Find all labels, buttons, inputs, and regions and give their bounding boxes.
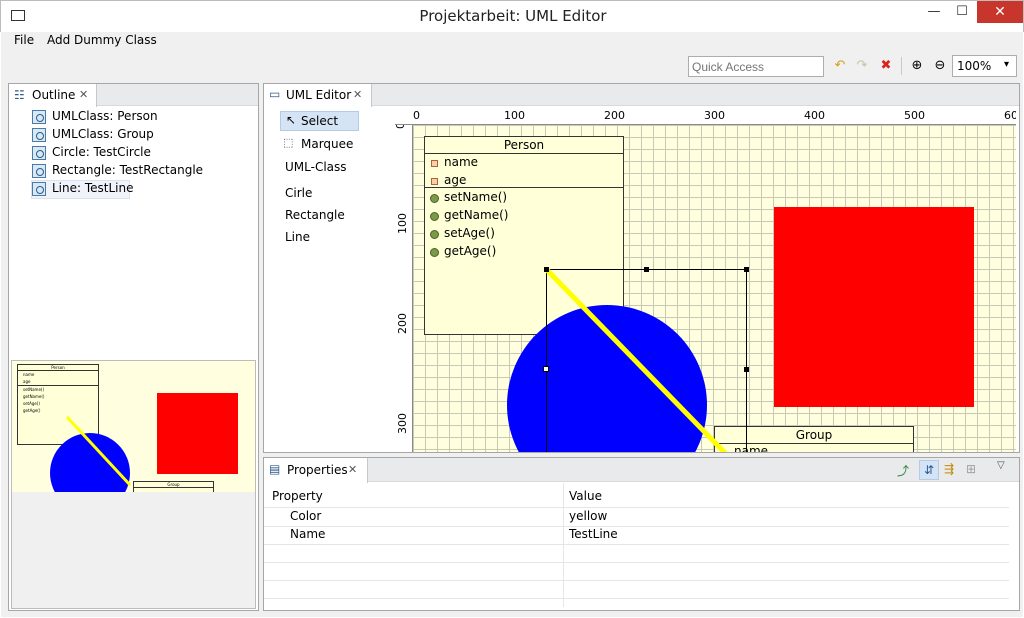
undo-icon[interactable]: ↶ [832,58,848,74]
tree-item-label: UMLClass: Group [52,127,154,141]
properties-tab-label: Properties [287,463,348,477]
palette-line[interactable]: Line [285,230,310,244]
editor-icon: ▭ [269,87,281,101]
selection-handle[interactable] [544,267,549,272]
palette-marquee[interactable]: Marquee [301,137,353,151]
outline-icon: ☷ [14,88,25,102]
chevron-down-icon[interactable]: ▾ [1004,59,1009,70]
close-icon[interactable]: ✕ [348,463,357,476]
minimize-button[interactable]: — [919,1,949,23]
palette-select[interactable]: Select [301,114,338,128]
ruler-label: 300 [704,109,725,122]
property-name: Color [290,509,322,523]
window-title: Projektarbeit: UML Editor [419,7,607,25]
ruler-label: 100 [396,213,409,234]
close-icon[interactable]: ✕ [353,88,362,101]
row-divider [264,580,1009,581]
minimap-viewport: Person name age setName() getName() setA… [12,361,255,492]
table-row[interactable]: Name TestLine [264,526,1009,544]
editor-tab-bar [264,84,1019,106]
column-header-property: Property [272,489,323,503]
properties-icon: ▤ [269,462,281,476]
selection-handle[interactable] [744,267,749,272]
quick-access-input[interactable] [688,56,824,77]
restore-default-icon[interactable]: ⊞ [966,462,982,478]
ruler-label: 500 [904,109,925,122]
close-button[interactable]: ✕ [977,1,1023,23]
tree-item-label: UMLClass: Person [52,109,158,123]
line-shape-icon [32,182,46,196]
editor-tab-label: UML Editor [286,88,352,102]
property-value[interactable]: TestLine [569,527,618,541]
menu-bar: File Add Dummy Class [1,32,1023,50]
selection-handle[interactable] [744,367,749,372]
column-divider [563,483,564,607]
zoom-out-icon[interactable]: ⊖ [932,58,948,74]
property-name: Name [290,527,326,541]
ruler-label: 100 [504,109,525,122]
maximize-button[interactable]: ☐ [947,1,977,23]
ruler-label: 200 [396,313,409,334]
properties-table: Property Value Color yellow Name TestLin… [264,483,1009,607]
filter-icon[interactable]: ⇶ [944,462,960,478]
minimap-line-layer [65,415,132,487]
marquee-icon: ⬚ [283,136,294,149]
uml-class-icon [32,110,46,124]
categories-icon[interactable]: ⇵ [919,460,939,480]
row-divider [264,562,1009,563]
ruler-label: 0 [395,125,407,129]
row-divider [264,598,1009,599]
palette-circle[interactable]: Cirle [285,186,312,200]
tree-item-label: Line: TestLine [52,181,134,195]
menu-add-dummy-class[interactable]: Add Dummy Class [47,33,157,47]
table-row[interactable]: Color yellow [264,508,1009,526]
toolbar-separator [901,57,902,75]
ruler-label: 300 [396,413,409,434]
redo-icon[interactable]: ↷ [854,58,870,74]
tree-item-label: Circle: TestCircle [52,145,151,159]
ruler-label: 400 [804,109,825,122]
rectangle-shape-icon [32,164,46,178]
tab-outline[interactable]: ☷ Outline ✕ [9,84,97,107]
palette-rectangle[interactable]: Rectangle [285,208,345,222]
menu-file[interactable]: File [14,33,34,47]
select-arrow-icon: ↖ [286,113,297,127]
line-layer [545,268,747,452]
view-menu-chevron-down-icon[interactable]: ▽ [997,460,1011,474]
tree-item-label: Rectangle: TestRectangle [52,163,204,177]
minimap-line [65,415,132,487]
ruler-label: 200 [604,109,625,122]
circle-shape-icon [32,146,46,160]
outline-tab-label: Outline [32,88,76,102]
property-value[interactable]: yellow [569,509,607,523]
ruler-label: 0 [413,109,420,122]
close-icon[interactable]: ✕ [79,88,88,101]
delete-icon[interactable]: ✖ [878,58,894,74]
line-testline[interactable] [545,268,728,452]
diagram-canvas[interactable]: Person name age setName() getName() setA… [413,125,1016,452]
title-bar: Projektarbeit: UML Editor — ☐ ✕ [0,0,1024,32]
outline-tree: UMLClass: Person UMLClass: Group Circle:… [9,107,258,357]
palette-uml-class[interactable]: UML-Class [285,160,347,174]
selection-handle[interactable] [644,267,649,272]
uml-class-icon [32,128,46,142]
vertical-ruler: 0 100 200 300 [395,125,413,452]
horizontal-ruler: 0 100 200 300 400 500 60 [395,107,1016,125]
column-header-value: Value [569,489,602,503]
ruler-label: 60 [1004,109,1016,122]
tab-properties[interactable]: ▤ Properties ✕ [264,458,368,483]
tree-item-line-selected[interactable]: Line: TestLine [31,180,134,199]
tab-uml-editor[interactable]: ▭ UML Editor ✕ [264,84,372,107]
zoom-in-icon[interactable]: ⊕ [909,58,925,74]
palette [264,107,394,452]
pin-icon[interactable]: ⤴ [897,462,913,478]
selection-handle[interactable] [543,366,549,372]
row-divider [264,544,1009,545]
